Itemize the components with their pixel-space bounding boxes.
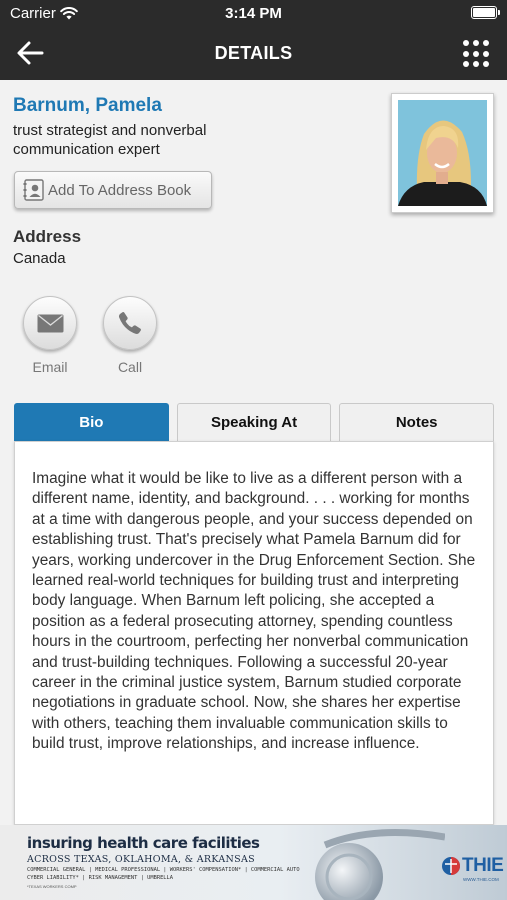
banner-coverage-2: CYBER LIABILITY* | RISK MANAGEMENT | UMB… [27,875,174,881]
address-value: Canada [13,250,66,267]
banner-region: ACROSS TEXAS, OKLAHOMA, & ARKANSAS [27,854,255,865]
grid-menu-icon[interactable] [463,40,491,68]
phone-icon [118,312,141,335]
call-label: Call [117,359,143,375]
nav-bar: DETAILS [0,26,507,80]
status-bar: Carrier 3:14 PM [0,0,507,26]
stethoscope-image [315,829,445,900]
detail-tabs: Bio Speaking At Notes [14,403,495,441]
banner-headline: insuring health care facilities [27,834,260,852]
banner-logo-text: THIE [462,855,504,876]
banner-logo: THIE [441,854,504,878]
tab-speaking-at[interactable]: Speaking At [176,403,332,441]
envelope-icon [37,314,63,332]
address-book-icon [23,179,44,201]
tab-bio[interactable]: Bio [14,403,169,441]
thie-logo-icon [442,857,460,875]
bio-panel: Imagine what it would be like to live as… [14,441,494,825]
banner-footnote: *TEXAS WORKERS COMP [27,884,77,889]
ad-banner[interactable]: insuring health care facilities ACROSS T… [0,825,507,900]
bio-text: Imagine what it would be like to live as… [32,470,476,753]
page-title: DETAILS [214,43,293,63]
email-action[interactable]: Email [22,296,78,375]
tab-notes[interactable]: Notes [339,403,495,441]
add-to-address-book-label: Add To Address Book [48,181,192,199]
call-button[interactable] [103,296,157,350]
portrait-image [398,100,487,206]
contact-photo [391,93,494,213]
email-button[interactable] [23,296,77,350]
contact-title: trust strategist and nonverbal communica… [13,122,207,158]
banner-url: WWW.THIE.COM [463,877,499,882]
email-label: Email [32,359,68,375]
add-to-address-book-button[interactable]: Add To Address Book [14,171,212,209]
clock: 3:14 PM [225,5,282,22]
call-action[interactable]: Call [102,296,158,375]
contact-name: Barnum, Pamela [13,95,162,116]
details-content: Barnum, Pamela trust strategist and nonv… [0,80,507,825]
battery-icon [471,6,500,19]
address-label: Address [13,227,82,246]
banner-coverage-1: COMMERCIAL GENERAL | MEDICAL PROFESSIONA… [27,867,300,873]
